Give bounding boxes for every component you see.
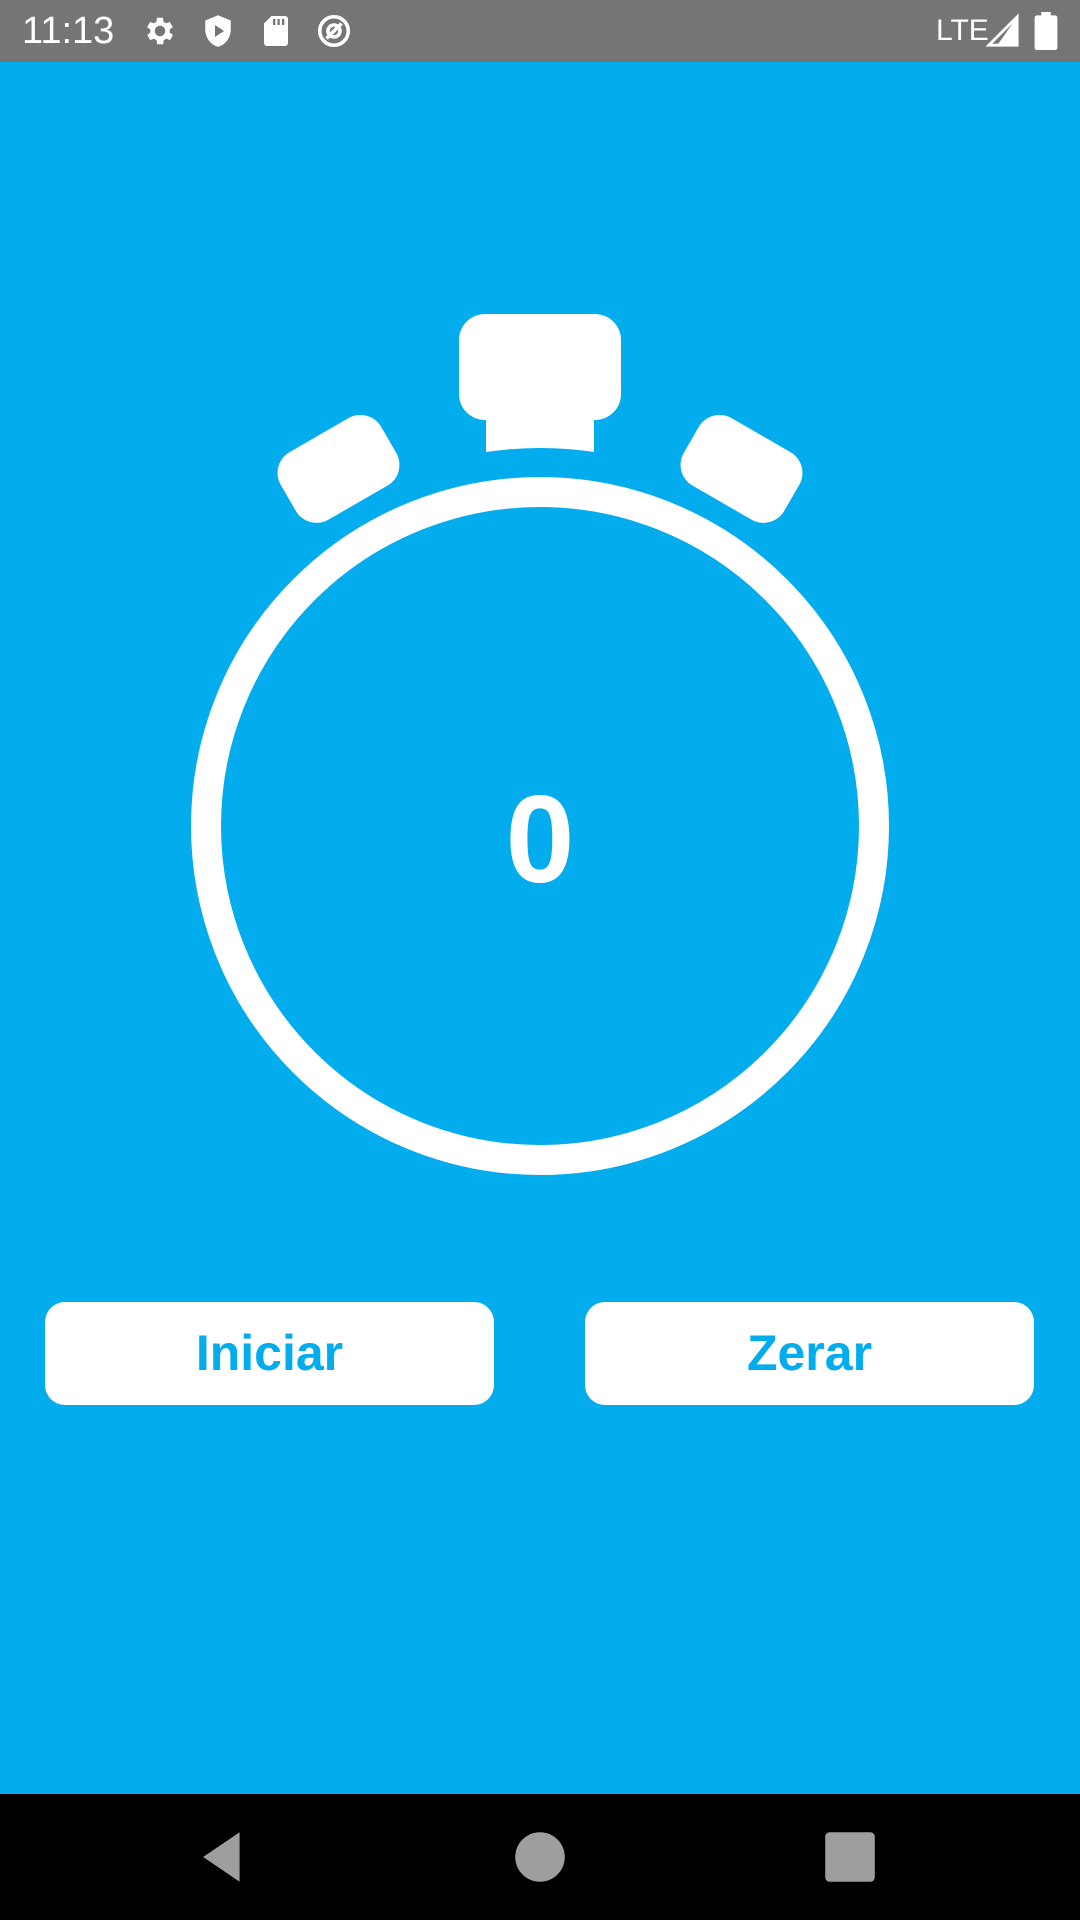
stopwatch-counter: 0	[505, 771, 575, 909]
gear-icon	[142, 13, 178, 49]
reset-button[interactable]: Zerar	[585, 1302, 1034, 1405]
shield-play-icon	[200, 13, 236, 49]
app-screen: 11:13 LTE 0 Iniciar Zerar	[0, 0, 1080, 1920]
start-button[interactable]: Iniciar	[45, 1302, 494, 1405]
status-time: 11:13	[22, 10, 115, 52]
signal-icon	[986, 13, 1020, 49]
home-icon[interactable]	[505, 1822, 575, 1892]
status-bar: 11:13 LTE	[0, 0, 1080, 62]
battery-icon	[1034, 12, 1058, 50]
sd-card-icon	[258, 13, 294, 49]
stopwatch-stem	[486, 410, 594, 452]
stopwatch-crown	[459, 314, 621, 420]
at-sign-icon	[316, 13, 352, 49]
navigation-bar	[0, 1794, 1080, 1920]
network-type: LTE	[936, 14, 989, 47]
recents-icon[interactable]	[815, 1822, 885, 1892]
stopwatch-graphic	[180, 300, 900, 1180]
back-icon[interactable]	[190, 1822, 260, 1892]
